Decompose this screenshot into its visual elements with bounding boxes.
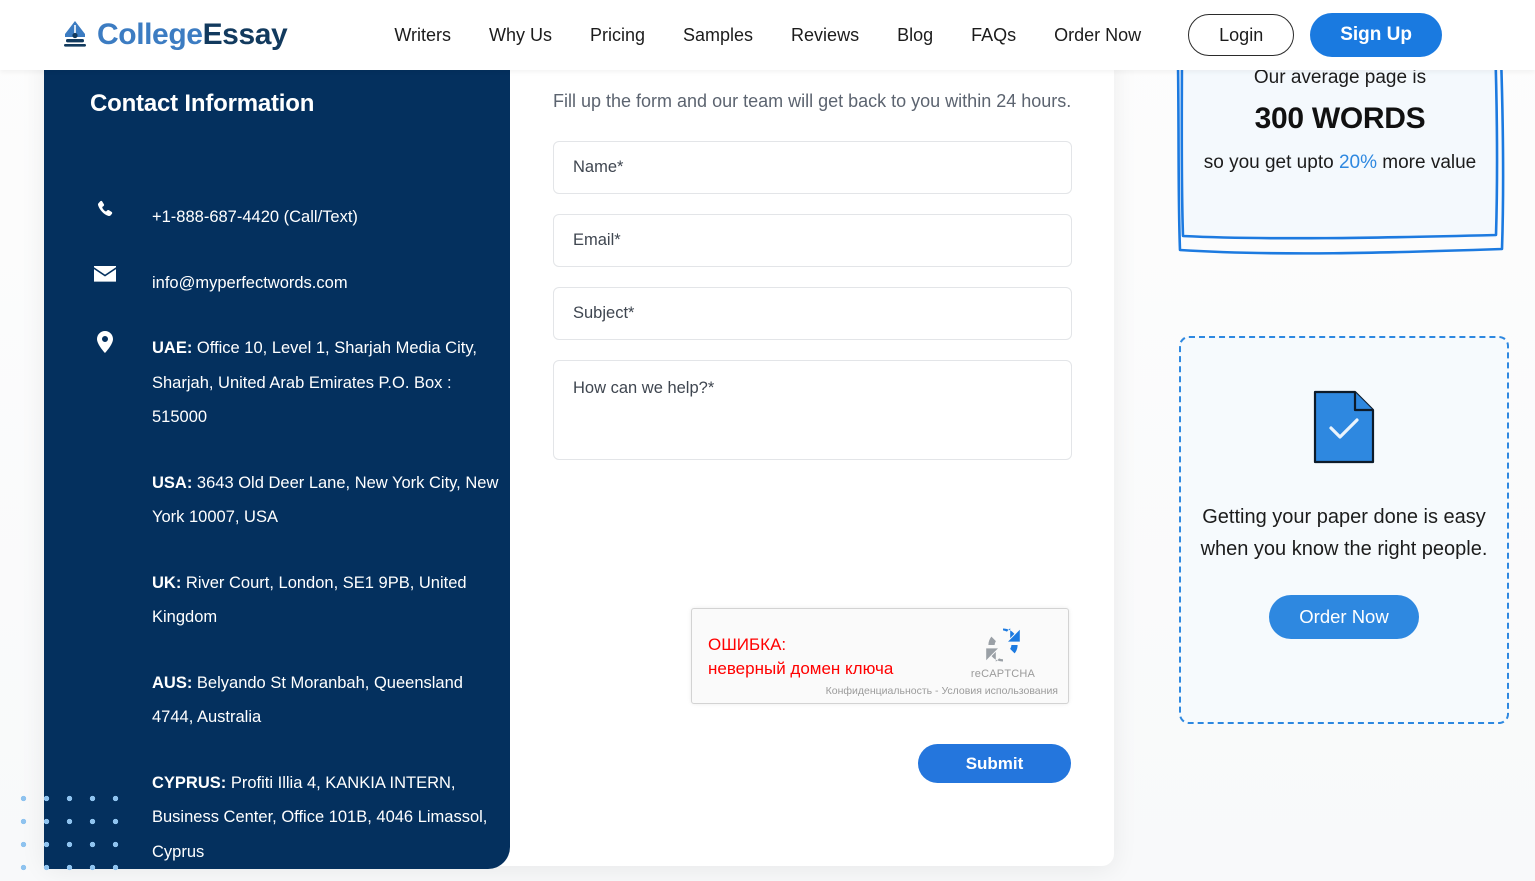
message-textarea[interactable]: [553, 360, 1072, 460]
address-country-cyprus: CYPRUS:: [152, 773, 227, 792]
nav-item-blog[interactable]: Blog: [878, 25, 952, 46]
address-usa: USA: 3643 Old Deer Lane, New York City, …: [152, 466, 500, 535]
recaptcha-error-line1: ОШИБКА:: [708, 635, 787, 654]
contact-panel-title: Contact Information: [90, 90, 315, 117]
map-pin-icon: [90, 331, 120, 353]
nav-item-reviews[interactable]: Reviews: [772, 25, 878, 46]
order-promo-text: Getting your paper done is easy when you…: [1200, 506, 1488, 560]
contact-phone-row[interactable]: +1-888-687-4420 (Call/Text): [90, 200, 500, 235]
recaptcha-brand-label: reCAPTCHA: [970, 668, 1036, 680]
contact-information-panel: Contact Information +1-888-687-4420 (Cal…: [44, 40, 510, 869]
address-aus: AUS: Belyando St Moranbah, Queensland 47…: [152, 666, 500, 735]
signup-button[interactable]: Sign Up: [1310, 13, 1442, 57]
nav-item-faqs[interactable]: FAQs: [952, 25, 1035, 46]
logo-text-essay: Essay: [202, 18, 288, 51]
name-input[interactable]: [553, 141, 1072, 194]
message-field-wrap: [553, 360, 1072, 460]
login-button[interactable]: Login: [1188, 14, 1295, 56]
nav-item-order-now[interactable]: Order Now: [1035, 25, 1160, 46]
phone-icon: [90, 200, 120, 219]
contact-address-row: UAE: Office 10, Level 1, Sharjah Media C…: [90, 331, 500, 869]
order-now-button[interactable]: Order Now: [1269, 595, 1419, 639]
recaptcha-error-message: ОШИБКА: неверный домен ключа: [708, 633, 893, 681]
nav-item-pricing[interactable]: Pricing: [571, 25, 664, 46]
recaptcha-icon: [964, 624, 1042, 666]
contact-email-row[interactable]: info@myperfectwords.com: [90, 266, 500, 301]
address-country-usa: USA:: [152, 473, 193, 492]
name-field-wrap: [553, 141, 1072, 194]
submit-button[interactable]: Submit: [918, 744, 1071, 783]
address-uae: UAE: Office 10, Level 1, Sharjah Media C…: [152, 331, 500, 435]
site-header: CollegeEssay Writers Why Us Pricing Samp…: [0, 0, 1535, 70]
address-lines-uk: River Court, London, SE1 9PB, United Kin…: [152, 573, 467, 627]
contact-address-list: UAE: Office 10, Level 1, Sharjah Media C…: [152, 331, 500, 869]
logo-text-college: College: [97, 18, 203, 51]
hand-drawn-border-icon: [1176, 38, 1505, 255]
envelope-icon: [90, 266, 120, 282]
address-lines-usa: 3643 Old Deer Lane, New York City, New Y…: [152, 473, 499, 527]
contact-form: Fill up the form and our team will get b…: [553, 83, 1072, 480]
recaptcha-branding: reCAPTCHA: [964, 624, 1042, 680]
address-uk: UK: River Court, London, SE1 9PB, United…: [152, 566, 500, 635]
nav-item-writers[interactable]: Writers: [375, 25, 470, 46]
contact-phone-text: +1-888-687-4420 (Call/Text): [152, 208, 358, 226]
address-lines-aus: Belyando St Moranbah, Queensland 4744, A…: [152, 673, 463, 727]
site-logo[interactable]: CollegeEssay: [62, 18, 288, 51]
contact-email-text: info@myperfectwords.com: [152, 274, 348, 292]
page-root: CollegeEssay Writers Why Us Pricing Samp…: [0, 0, 1535, 881]
nav-item-samples[interactable]: Samples: [664, 25, 772, 46]
main-navigation: Writers Why Us Pricing Samples Reviews B…: [375, 13, 1442, 57]
subject-input[interactable]: [553, 287, 1072, 340]
email-field-wrap: [553, 214, 1072, 267]
address-country-aus: AUS:: [152, 673, 193, 692]
recaptcha-terms-text[interactable]: Конфиденциальность - Условия использован…: [826, 685, 1058, 697]
form-intro-text: Fill up the form and our team will get b…: [553, 91, 1072, 111]
document-check-icon: [1313, 390, 1375, 469]
address-country-uk: UK:: [152, 573, 182, 592]
address-cyprus: CYPRUS: Profiti Illia 4, KANKIA INTERN, …: [152, 766, 500, 870]
pen-nib-icon: [62, 20, 88, 50]
subject-field-wrap: [553, 287, 1072, 340]
nav-item-why-us[interactable]: Why Us: [470, 25, 571, 46]
address-country-uae: UAE:: [152, 339, 193, 357]
order-promo-card: Getting your paper done is easy when you…: [1179, 336, 1509, 724]
email-input[interactable]: [553, 214, 1072, 267]
recaptcha-error-line2: неверный домен ключа: [708, 659, 894, 678]
address-lines-uae: Office 10, Level 1, Sharjah Media City, …: [152, 339, 477, 426]
average-page-promo-card: Our average page is 300 WORDS so you get…: [1176, 38, 1508, 278]
recaptcha-widget[interactable]: ОШИБКА: неверный домен ключа reCAPTCHA К…: [691, 608, 1069, 704]
